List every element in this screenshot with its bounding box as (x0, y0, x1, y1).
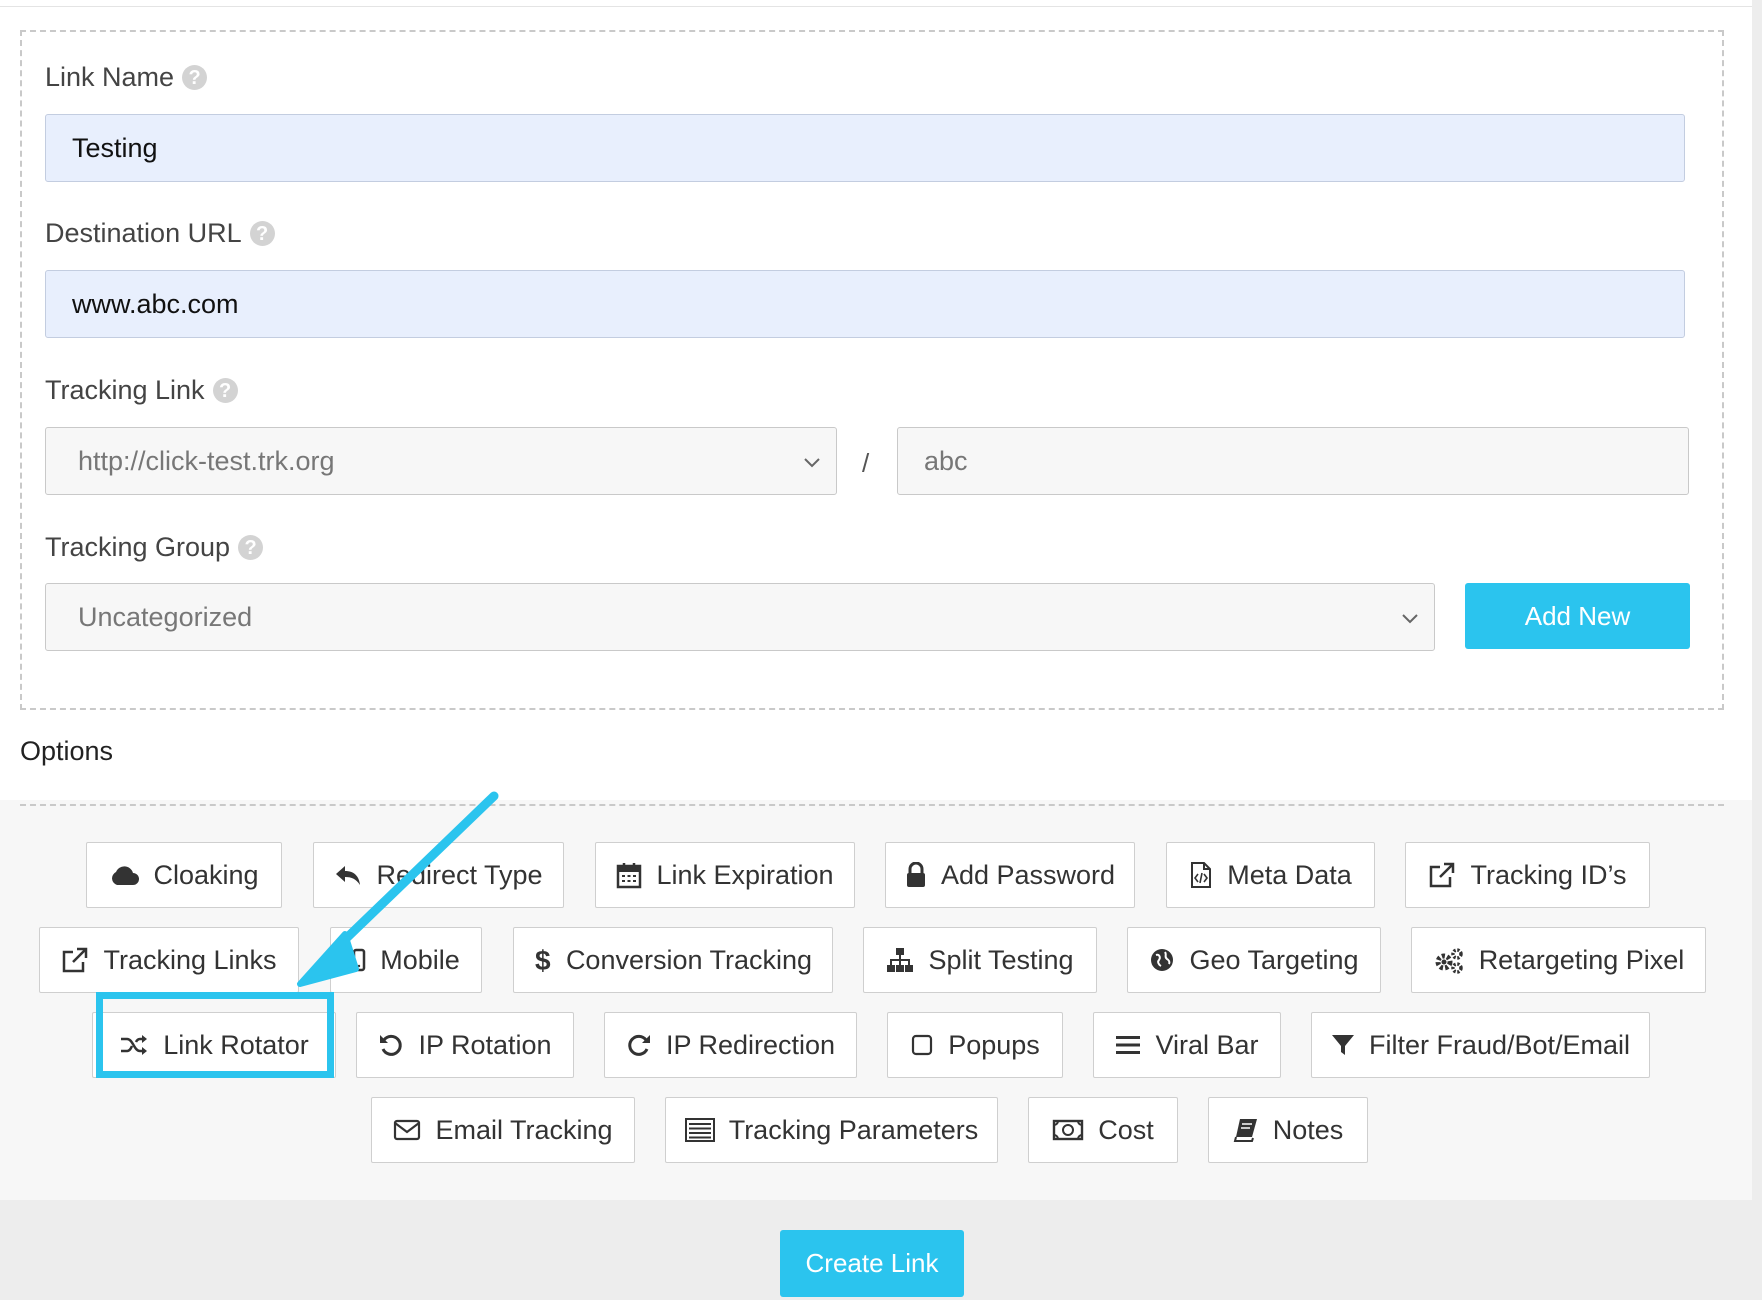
option-tracking-parameters-button[interactable]: Tracking Parameters (665, 1097, 998, 1163)
option-cost-button[interactable]: Cost (1028, 1097, 1178, 1163)
list-icon (684, 1118, 715, 1142)
destination-url-input[interactable]: www.abc.com (45, 270, 1685, 338)
option-label: Geo Targeting (1189, 944, 1359, 975)
chevron-down-icon (804, 458, 820, 468)
envelope-icon (394, 1119, 421, 1141)
link-name-value: Testing (72, 132, 158, 163)
tracking-slug-input[interactable]: abc (897, 427, 1689, 495)
option-label: Mobile (380, 944, 460, 975)
option-label: Split Testing (928, 944, 1074, 975)
option-filter-fraud-button[interactable]: Filter Fraud/Bot/Email (1311, 1012, 1650, 1078)
option-label: Redirect Type (376, 859, 543, 890)
calendar-icon (617, 863, 642, 889)
add-new-button[interactable]: Add New (1465, 583, 1690, 649)
option-label: Viral Bar (1155, 1029, 1259, 1060)
help-icon[interactable]: ? (249, 221, 275, 246)
option-ip-rotation-button[interactable]: IP Rotation (356, 1012, 574, 1078)
option-popups-button[interactable]: Popups (887, 1012, 1063, 1078)
tracking-group-label: Tracking Group ? (45, 532, 264, 563)
dollar-icon: $ (535, 945, 551, 975)
top-divider (0, 0, 1762, 7)
option-label: Popups (948, 1029, 1040, 1060)
destination-url-value: www.abc.com (72, 288, 239, 319)
option-split-testing-button[interactable]: Split Testing (863, 927, 1097, 993)
lock-icon (906, 862, 925, 887)
mobile-icon (352, 948, 366, 972)
option-retargeting-pixel-button[interactable]: Retargeting Pixel (1411, 927, 1706, 993)
option-label: Tracking Links (103, 944, 277, 975)
tracking-group-value: Uncategorized (78, 601, 253, 632)
page-edge (1752, 0, 1762, 1300)
option-tracking-links-button[interactable]: Tracking Links (39, 927, 299, 993)
destination-url-label: Destination URL ? (45, 218, 275, 249)
option-label: Link Rotator (163, 1029, 309, 1060)
options-title: Options (20, 736, 114, 766)
book-icon (1233, 1119, 1257, 1142)
option-label: IP Rotation (418, 1029, 552, 1060)
help-icon[interactable]: ? (238, 535, 264, 560)
filter-icon (1331, 1035, 1354, 1055)
option-label: IP Redirection (665, 1029, 836, 1060)
option-notes-button[interactable]: Notes (1208, 1097, 1368, 1163)
chevron-down-icon (1402, 614, 1418, 624)
tracking-slug-value: abc (924, 445, 968, 476)
tracking-link-label: Tracking Link ? (45, 375, 238, 406)
option-conversion-tracking-button[interactable]: $ Conversion Tracking (513, 927, 833, 993)
option-tracking-ids-button[interactable]: Tracking ID’s (1405, 842, 1650, 908)
option-label: Meta Data (1227, 859, 1352, 890)
code-file-icon (1191, 862, 1212, 888)
option-link-rotator-button[interactable]: Link Rotator (92, 1012, 336, 1078)
external-link-icon (63, 947, 88, 973)
option-redirect-type-button[interactable]: Redirect Type (313, 842, 564, 908)
help-icon[interactable]: ? (182, 65, 208, 90)
option-add-password-button[interactable]: Add Password (885, 842, 1135, 908)
option-label: Add Password (940, 859, 1116, 890)
option-label: Tracking Parameters (728, 1114, 979, 1145)
sitemap-icon (887, 948, 914, 972)
undo-icon (380, 1034, 403, 1056)
redo-icon (628, 1034, 650, 1056)
tracking-domain-value: http://click-test.trk.org (78, 445, 335, 476)
option-mobile-button[interactable]: Mobile (330, 927, 482, 993)
option-label: Tracking ID’s (1470, 859, 1627, 890)
create-link-button[interactable]: Create Link (780, 1230, 964, 1297)
option-viral-bar-button[interactable]: Viral Bar (1093, 1012, 1281, 1078)
option-geo-targeting-button[interactable]: Geo Targeting (1127, 927, 1381, 993)
tracking-group-select[interactable]: Uncategorized (45, 583, 1435, 651)
option-label: Cloaking (153, 859, 259, 890)
svg-text:$: $ (535, 945, 551, 975)
destination-url-label-text: Destination URL (45, 218, 242, 248)
reply-icon (336, 866, 361, 885)
option-label: Email Tracking (435, 1114, 613, 1145)
option-meta-data-button[interactable]: Meta Data (1166, 842, 1375, 908)
option-label: Link Expiration (656, 859, 834, 890)
globe-icon (1151, 949, 1174, 971)
shuffle-icon (121, 1035, 148, 1055)
tracking-group-label-text: Tracking Group (45, 532, 231, 562)
link-name-input[interactable]: Testing (45, 114, 1685, 182)
external-link-icon (1430, 862, 1455, 888)
option-cloaking-button[interactable]: Cloaking (86, 842, 282, 908)
option-link-expiration-button[interactable]: Link Expiration (595, 842, 855, 908)
option-label: Retargeting Pixel (1478, 944, 1685, 975)
square-icon (912, 1034, 933, 1056)
cogs-icon (1435, 948, 1463, 974)
option-ip-redirection-button[interactable]: IP Redirection (604, 1012, 857, 1078)
bars-icon (1116, 1036, 1141, 1054)
tracking-domain-select[interactable]: http://click-test.trk.org (45, 427, 837, 495)
link-name-label-text: Link Name (45, 62, 175, 92)
option-label: Notes (1272, 1114, 1344, 1145)
option-label: Conversion Tracking (565, 944, 813, 975)
cloud-icon (112, 866, 140, 885)
option-label: Cost (1098, 1114, 1154, 1145)
money-icon (1053, 1119, 1084, 1141)
tracking-link-separator: / (862, 448, 870, 478)
tracking-link-label-text: Tracking Link (45, 375, 205, 405)
option-label: Filter Fraud/Bot/Email (1368, 1029, 1631, 1060)
help-icon[interactable]: ? (212, 378, 238, 403)
link-name-label: Link Name ? (45, 62, 208, 93)
options-divider (20, 804, 1724, 806)
option-email-tracking-button[interactable]: Email Tracking (371, 1097, 635, 1163)
